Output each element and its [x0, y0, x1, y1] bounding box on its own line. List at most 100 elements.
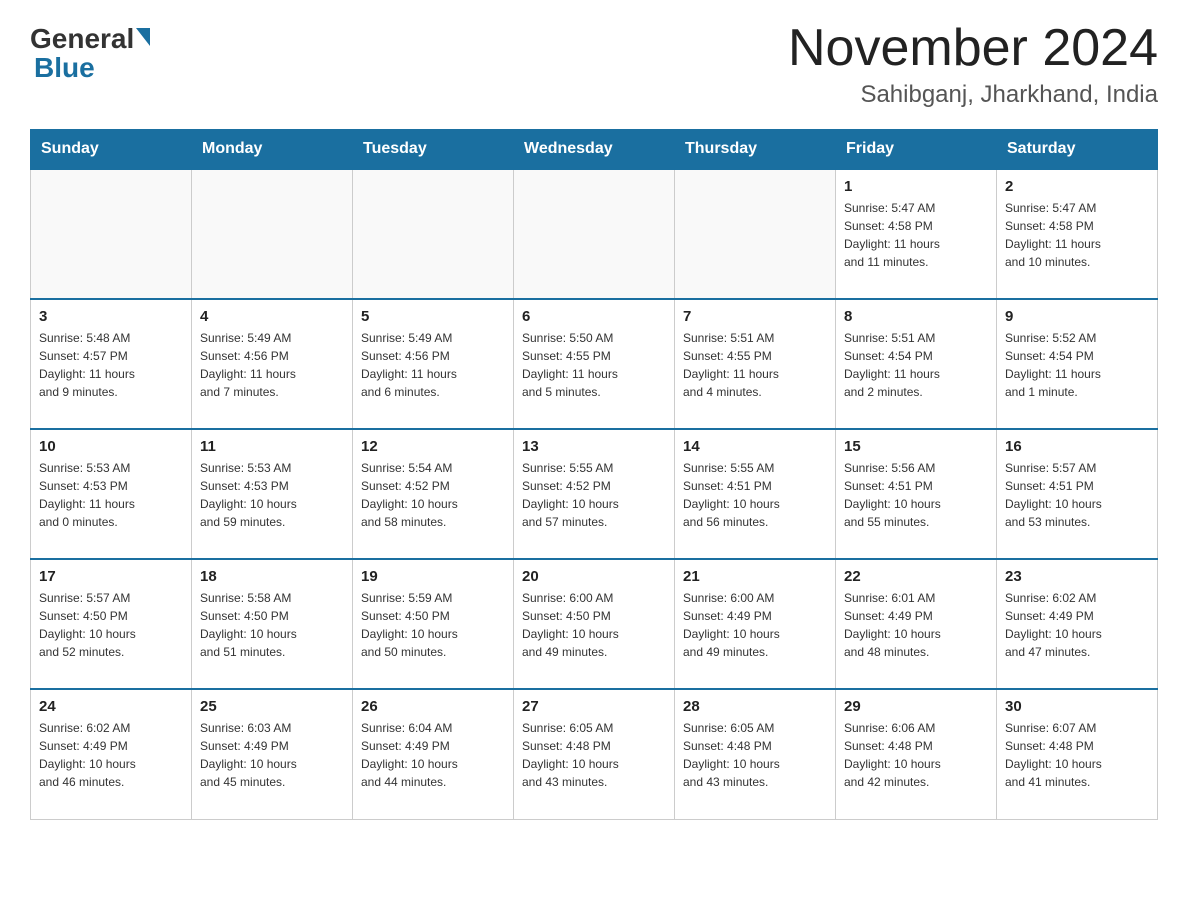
day-info: Sunrise: 5:49 AM Sunset: 4:56 PM Dayligh… — [361, 329, 505, 401]
day-info: Sunrise: 6:07 AM Sunset: 4:48 PM Dayligh… — [1005, 719, 1149, 791]
day-number: 6 — [522, 308, 666, 325]
week-row-4: 17 Sunrise: 5:57 AM Sunset: 4:50 PM Dayli… — [31, 559, 1158, 689]
week-row-5: 24 Sunrise: 6:02 AM Sunset: 4:49 PM Dayli… — [31, 689, 1158, 819]
calendar-cell: 7 Sunrise: 5:51 AM Sunset: 4:55 PM Daylig… — [675, 299, 836, 429]
day-info: Sunrise: 5:56 AM Sunset: 4:51 PM Dayligh… — [844, 459, 988, 531]
calendar-cell: 4 Sunrise: 5:49 AM Sunset: 4:56 PM Daylig… — [192, 299, 353, 429]
calendar-header-tuesday: Tuesday — [353, 130, 514, 170]
calendar-cell: 30 Sunrise: 6:07 AM Sunset: 4:48 PM Dayli… — [997, 689, 1158, 819]
day-info: Sunrise: 6:04 AM Sunset: 4:49 PM Dayligh… — [361, 719, 505, 791]
calendar-cell: 2 Sunrise: 5:47 AM Sunset: 4:58 PM Daylig… — [997, 169, 1158, 299]
day-number: 16 — [1005, 438, 1149, 455]
calendar-cell: 6Sunrise: 5:50 AM Sunset: 4:55 PM Daylig… — [514, 299, 675, 429]
calendar-header-wednesday: Wednesday — [514, 130, 675, 170]
day-number: 27 — [522, 698, 666, 715]
calendar-header-monday: Monday — [192, 130, 353, 170]
month-title: November 2024 — [788, 20, 1158, 77]
day-number: 24 — [39, 698, 183, 715]
calendar-header-row: SundayMondayTuesdayWednesdayThursdayFrid… — [31, 130, 1158, 170]
calendar-cell: 9Sunrise: 5:52 AM Sunset: 4:54 PM Daylig… — [997, 299, 1158, 429]
page-header: General Blue November 2024 Sahibganj, Jh… — [30, 20, 1158, 109]
title-block: November 2024 Sahibganj, Jharkhand, Indi… — [788, 20, 1158, 109]
day-info: Sunrise: 6:05 AM Sunset: 4:48 PM Dayligh… — [683, 719, 827, 791]
day-info: Sunrise: 5:48 AM Sunset: 4:57 PM Dayligh… — [39, 329, 183, 401]
day-number: 26 — [361, 698, 505, 715]
location-subtitle: Sahibganj, Jharkhand, India — [788, 81, 1158, 109]
calendar-cell: 23 Sunrise: 6:02 AM Sunset: 4:49 PM Dayli… — [997, 559, 1158, 689]
day-info: Sunrise: 5:57 AM Sunset: 4:51 PM Dayligh… — [1005, 459, 1149, 531]
calendar-cell — [675, 169, 836, 299]
calendar-cell: 11 Sunrise: 5:53 AM Sunset: 4:53 PM Dayli… — [192, 429, 353, 559]
week-row-2: 3 Sunrise: 5:48 AM Sunset: 4:57 PM Daylig… — [31, 299, 1158, 429]
day-info: Sunrise: 6:02 AM Sunset: 4:49 PM Dayligh… — [1005, 589, 1149, 661]
day-info: Sunrise: 5:49 AM Sunset: 4:56 PM Dayligh… — [200, 329, 344, 401]
calendar-cell: 1 Sunrise: 5:47 AM Sunset: 4:58 PM Daylig… — [836, 169, 997, 299]
calendar-header-thursday: Thursday — [675, 130, 836, 170]
week-row-1: 1 Sunrise: 5:47 AM Sunset: 4:58 PM Daylig… — [31, 169, 1158, 299]
calendar-cell: 27 Sunrise: 6:05 AM Sunset: 4:48 PM Dayli… — [514, 689, 675, 819]
calendar-cell: 3 Sunrise: 5:48 AM Sunset: 4:57 PM Daylig… — [31, 299, 192, 429]
calendar-table: SundayMondayTuesdayWednesdayThursdayFrid… — [30, 129, 1158, 820]
calendar-cell: 28Sunrise: 6:05 AM Sunset: 4:48 PM Dayli… — [675, 689, 836, 819]
day-info: Sunrise: 5:55 AM Sunset: 4:52 PM Dayligh… — [522, 459, 666, 531]
logo-general-label: General — [30, 25, 134, 53]
calendar-cell: 8 Sunrise: 5:51 AM Sunset: 4:54 PM Daylig… — [836, 299, 997, 429]
day-info: Sunrise: 5:57 AM Sunset: 4:50 PM Dayligh… — [39, 589, 183, 661]
calendar-cell — [192, 169, 353, 299]
calendar-cell: 10Sunrise: 5:53 AM Sunset: 4:53 PM Dayli… — [31, 429, 192, 559]
day-number: 13 — [522, 438, 666, 455]
calendar-cell — [353, 169, 514, 299]
day-number: 2 — [1005, 178, 1149, 195]
day-number: 18 — [200, 568, 344, 585]
calendar-cell: 20Sunrise: 6:00 AM Sunset: 4:50 PM Dayli… — [514, 559, 675, 689]
calendar-cell: 19 Sunrise: 5:59 AM Sunset: 4:50 PM Dayli… — [353, 559, 514, 689]
day-number: 14 — [683, 438, 827, 455]
day-number: 15 — [844, 438, 988, 455]
calendar-cell: 25Sunrise: 6:03 AM Sunset: 4:49 PM Dayli… — [192, 689, 353, 819]
calendar-cell: 17 Sunrise: 5:57 AM Sunset: 4:50 PM Dayli… — [31, 559, 192, 689]
calendar-cell: 22Sunrise: 6:01 AM Sunset: 4:49 PM Dayli… — [836, 559, 997, 689]
day-number: 5 — [361, 308, 505, 325]
calendar-header-sunday: Sunday — [31, 130, 192, 170]
day-number: 23 — [1005, 568, 1149, 585]
week-row-3: 10Sunrise: 5:53 AM Sunset: 4:53 PM Dayli… — [31, 429, 1158, 559]
day-number: 7 — [683, 308, 827, 325]
day-number: 4 — [200, 308, 344, 325]
day-number: 17 — [39, 568, 183, 585]
day-info: Sunrise: 6:01 AM Sunset: 4:49 PM Dayligh… — [844, 589, 988, 661]
calendar-cell: 13 Sunrise: 5:55 AM Sunset: 4:52 PM Dayli… — [514, 429, 675, 559]
calendar-header-friday: Friday — [836, 130, 997, 170]
calendar-cell: 15 Sunrise: 5:56 AM Sunset: 4:51 PM Dayli… — [836, 429, 997, 559]
calendar-cell — [514, 169, 675, 299]
logo-blue-label: Blue — [34, 53, 95, 84]
day-info: Sunrise: 5:47 AM Sunset: 4:58 PM Dayligh… — [844, 199, 988, 271]
day-number: 3 — [39, 308, 183, 325]
day-number: 21 — [683, 568, 827, 585]
day-number: 29 — [844, 698, 988, 715]
day-number: 25 — [200, 698, 344, 715]
day-info: Sunrise: 5:53 AM Sunset: 4:53 PM Dayligh… — [200, 459, 344, 531]
calendar-cell: 12Sunrise: 5:54 AM Sunset: 4:52 PM Dayli… — [353, 429, 514, 559]
logo-arrow-icon — [136, 28, 150, 46]
day-info: Sunrise: 5:47 AM Sunset: 4:58 PM Dayligh… — [1005, 199, 1149, 271]
day-info: Sunrise: 5:51 AM Sunset: 4:55 PM Dayligh… — [683, 329, 827, 401]
day-number: 30 — [1005, 698, 1149, 715]
day-number: 1 — [844, 178, 988, 195]
calendar-cell: 26 Sunrise: 6:04 AM Sunset: 4:49 PM Dayli… — [353, 689, 514, 819]
day-info: Sunrise: 5:51 AM Sunset: 4:54 PM Dayligh… — [844, 329, 988, 401]
day-info: Sunrise: 5:54 AM Sunset: 4:52 PM Dayligh… — [361, 459, 505, 531]
day-number: 8 — [844, 308, 988, 325]
calendar-cell: 18 Sunrise: 5:58 AM Sunset: 4:50 PM Dayli… — [192, 559, 353, 689]
day-number: 11 — [200, 438, 344, 455]
day-info: Sunrise: 5:58 AM Sunset: 4:50 PM Dayligh… — [200, 589, 344, 661]
calendar-cell: 5 Sunrise: 5:49 AM Sunset: 4:56 PM Daylig… — [353, 299, 514, 429]
day-info: Sunrise: 5:59 AM Sunset: 4:50 PM Dayligh… — [361, 589, 505, 661]
logo-general-text: General — [30, 25, 150, 53]
day-number: 19 — [361, 568, 505, 585]
day-info: Sunrise: 5:53 AM Sunset: 4:53 PM Dayligh… — [39, 459, 183, 531]
day-info: Sunrise: 6:05 AM Sunset: 4:48 PM Dayligh… — [522, 719, 666, 791]
day-info: Sunrise: 5:55 AM Sunset: 4:51 PM Dayligh… — [683, 459, 827, 531]
day-number: 20 — [522, 568, 666, 585]
day-info: Sunrise: 6:02 AM Sunset: 4:49 PM Dayligh… — [39, 719, 183, 791]
calendar-cell: 16 Sunrise: 5:57 AM Sunset: 4:51 PM Dayli… — [997, 429, 1158, 559]
